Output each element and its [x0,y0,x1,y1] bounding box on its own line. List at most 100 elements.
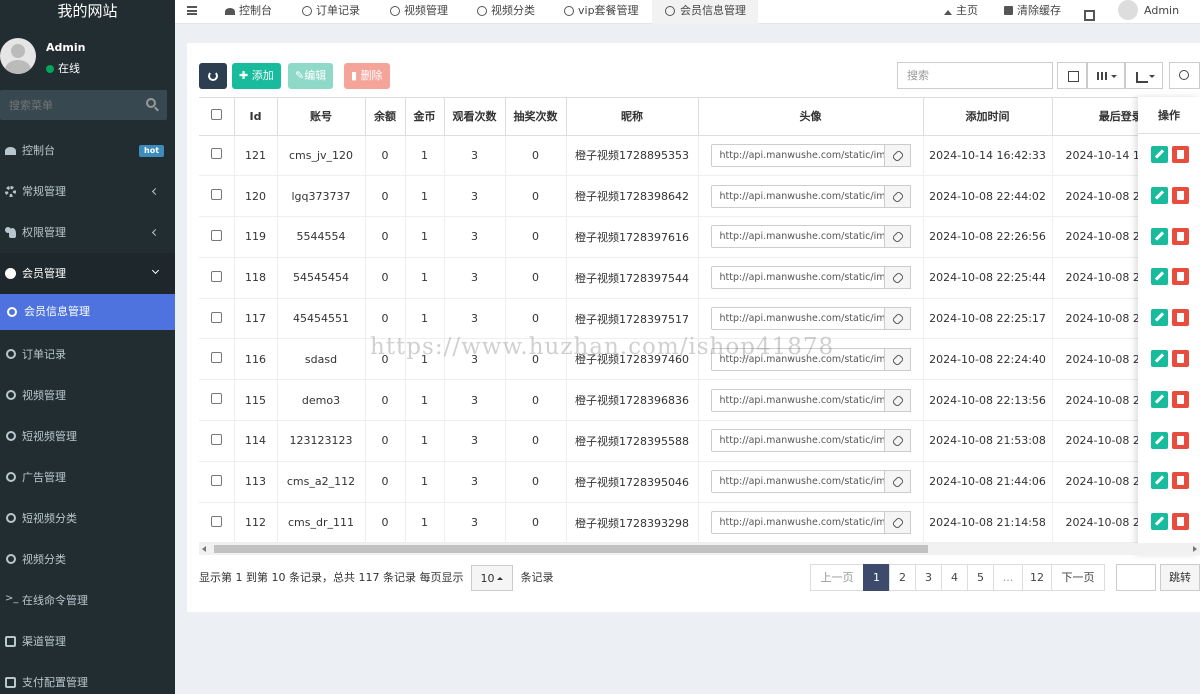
edit-row-button[interactable] [1151,227,1168,245]
table-row[interactable]: 120 lgq373737 0 1 3 0 橙子视频1728398642 http://api… [199,175,1200,218]
row-checkbox[interactable] [210,270,222,282]
col-header-avatar[interactable]: 头像 [697,98,923,136]
row-checkbox[interactable] [210,352,222,364]
edit-row-button[interactable] [1151,349,1168,367]
row-checkbox[interactable] [210,474,222,486]
fullscreen-button[interactable] [1084,6,1099,21]
delete-row-button[interactable] [1172,472,1189,490]
tab-video-categories[interactable]: 视频分类 [477,0,535,24]
edit-row-button[interactable] [1151,309,1168,327]
avatar-url-input[interactable]: http://api.manwushe.com/static/image [710,347,885,371]
sidebar-item-dashboard[interactable]: 控制台 hot [0,130,175,171]
next-page-button[interactable]: 下一页 [1051,564,1105,591]
row-checkbox[interactable] [210,393,222,405]
col-header-draws[interactable]: 抽奖次数 [504,98,566,136]
sidebar-item-payment-config[interactable]: 支付配置管理 [0,662,175,694]
page-button[interactable]: 3 [915,564,942,591]
avatar-url-input[interactable]: http://api.manwushe.com/static/image [710,225,885,249]
col-header-balance[interactable]: 余额 [364,98,405,136]
tab-vip-packages[interactable]: vip套餐管理 [564,0,639,24]
prev-page-button[interactable]: 上一页 [810,564,864,591]
row-checkbox[interactable] [210,311,222,323]
sidebar-item-channels[interactable]: 渠道管理 [0,621,175,662]
link-icon[interactable] [884,470,911,494]
sidebar-item-permissions[interactable]: 权限管理 [0,212,175,253]
tab-videos[interactable]: 视频管理 [390,0,448,24]
sidebar-item-videos[interactable]: 视频管理 [0,375,175,416]
row-checkbox[interactable] [210,148,222,160]
col-header-nickname[interactable]: 昵称 [565,98,698,136]
col-header-coins[interactable]: 金币 [404,98,444,136]
delete-row-button[interactable] [1172,390,1189,408]
table-row[interactable]: 112 cms_dr_111 0 1 3 0 橙子视频1728393298 http://ap… [199,502,1200,544]
sidebar-item-members[interactable]: 会员管理 [0,253,175,294]
link-icon[interactable] [884,388,911,412]
delete-row-button[interactable] [1172,513,1189,531]
tab-orders[interactable]: 订单记录 [302,0,360,24]
edit-row-button[interactable] [1151,472,1168,490]
avatar-url-input[interactable]: http://api.manwushe.com/static/image [710,307,885,331]
horizontal-scrollbar[interactable] [199,543,1200,555]
link-icon[interactable] [884,184,911,208]
link-icon[interactable] [884,307,911,331]
sidebar-item-video-categories[interactable]: 视频分类 [0,539,175,580]
link-icon[interactable] [884,143,911,167]
home-link[interactable]: 主页 [944,0,978,24]
table-row[interactable]: 115 demo3 0 1 3 0 橙子视频1728396836 http://api.man… [199,379,1200,422]
sidebar-item-short-video-categories[interactable]: 短视频分类 [0,498,175,539]
edit-row-button[interactable] [1151,186,1168,204]
sidebar-item-short-videos[interactable]: 短视频管理 [0,416,175,457]
col-header-added-time[interactable]: 添加时间 [922,98,1052,136]
row-checkbox[interactable] [210,433,222,445]
edit-button[interactable]: ✎编辑 [288,63,334,89]
table-row[interactable]: 113 cms_a2_112 0 1 3 0 橙子视频1728395046 http://ap… [199,461,1200,503]
edit-row-button[interactable] [1151,431,1168,449]
avatar-url-input[interactable]: http://api.manwushe.com/static/image [710,429,885,453]
sidebar-item-general[interactable]: 常规管理 [0,171,175,212]
table-row[interactable]: 118 54545454 0 1 3 0 橙子视频1728397544 http://api.… [199,257,1200,299]
page-button[interactable]: 2 [889,564,916,591]
link-icon[interactable] [884,225,911,249]
edit-row-button[interactable] [1151,513,1168,531]
jump-button[interactable]: 跳转 [1160,564,1200,591]
table-search-input[interactable]: 搜索 [897,62,1053,89]
col-header-account[interactable]: 账号 [276,98,365,136]
site-logo[interactable]: 我的网站 [0,0,175,24]
edit-row-button[interactable] [1151,268,1168,286]
edit-row-button[interactable] [1151,146,1168,163]
menu-toggle-icon[interactable] [187,6,197,15]
table-row[interactable]: 119 5544554 0 1 3 0 橙子视频1728397616 http://api.m… [199,216,1200,258]
delete-row-button[interactable] [1172,431,1189,449]
add-button[interactable]: ✚ 添加 [232,63,281,89]
link-icon[interactable] [884,347,911,371]
col-header-id[interactable]: Id [233,98,277,136]
export-dropdown-button[interactable] [1125,62,1163,89]
avatar-url-input[interactable]: http://api.manwushe.com/static/image [710,470,885,494]
link-icon[interactable] [884,429,911,453]
delete-row-button[interactable] [1172,186,1189,204]
delete-row-button[interactable] [1172,227,1189,245]
scroll-right-icon[interactable] [1193,546,1197,552]
tab-dashboard[interactable]: 控制台 [225,0,272,24]
row-checkbox[interactable] [210,189,222,201]
sidebar-item-ads[interactable]: 广告管理 [0,457,175,498]
columns-dropdown-button[interactable] [1087,62,1125,89]
table-row[interactable]: 117 45454551 0 1 3 0 橙子视频1728397517 http://api.… [199,298,1200,340]
delete-row-button[interactable] [1172,309,1189,327]
page-button[interactable]: 5 [967,564,994,591]
avatar-url-input[interactable]: http://api.manwushe.com/static/image [710,184,885,208]
edit-row-button[interactable] [1151,390,1168,408]
row-checkbox[interactable] [210,515,222,527]
page-button[interactable]: 4 [941,564,968,591]
clear-cache-link[interactable]: 清除缓存 [1004,0,1061,24]
search-icon[interactable] [146,98,156,108]
table-row[interactable]: 114 123123123 0 1 3 0 橙子视频1728395588 http://api… [199,420,1200,462]
refresh-button[interactable] [199,63,227,89]
avatar-url-input[interactable]: http://api.manwushe.com/static/image [710,511,885,535]
jump-page-input[interactable] [1116,564,1156,591]
toggle-view-button[interactable] [1057,62,1087,89]
page-button[interactable]: 1 [863,564,890,591]
link-icon[interactable] [884,511,911,535]
select-all-checkbox[interactable] [210,109,222,121]
menu-search-input[interactable] [0,90,140,120]
